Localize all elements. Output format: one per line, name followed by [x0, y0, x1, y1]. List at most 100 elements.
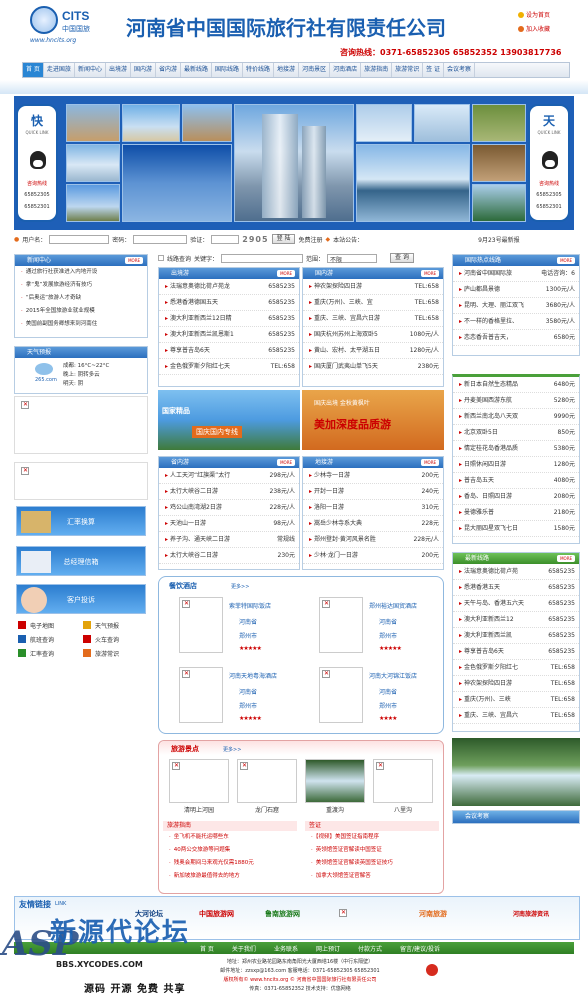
row-title[interactable]: 重庆、三峡、宜昌六 [459, 708, 518, 723]
row-title[interactable]: 法瑞意奥德比荷卢苑 [459, 564, 518, 579]
row-title[interactable]: 香岛、日照四日游 [459, 489, 512, 504]
qq-icon[interactable] [542, 151, 558, 169]
list-row[interactable]: 金色俄罗斯夕阳红七天 TEL:658 [159, 359, 299, 375]
row-title[interactable]: 太行大峡谷二日游 [165, 484, 218, 499]
row-title[interactable]: 少林寺一日游 [309, 468, 350, 483]
list-row[interactable]: 国庆厦门武夷山单飞5天 2380元 [303, 359, 443, 375]
scenic-photo[interactable] [305, 759, 365, 803]
route-checkbox[interactable] [158, 255, 164, 261]
list-row[interactable]: 不一样的香格里拉、 3580元/人 [453, 314, 579, 330]
list-row[interactable]: 尊享普吉岛6天 6585235 [453, 644, 579, 660]
footer-link[interactable]: 留言/建议/投诉 [400, 944, 440, 953]
row-title[interactable]: 国庆厦门武夷山单飞5天 [309, 359, 378, 374]
row-title[interactable]: 洛阳一日游 [309, 500, 344, 515]
scenic-photo[interactable] [237, 759, 297, 803]
link-henan-info[interactable]: 河南旅游资讯 [513, 909, 549, 918]
list-row[interactable]: 昆明、大理、丽江双飞 3680元/人 [453, 298, 579, 314]
nav-item[interactable]: 旅游指南 [361, 63, 393, 77]
nav-item[interactable]: 签 证 [423, 63, 445, 77]
list-row[interactable]: 太行大峡谷二日游 230元 [159, 548, 299, 564]
complaint-button[interactable]: 客户投诉 [16, 584, 146, 614]
more-button[interactable]: MORE [557, 555, 575, 562]
password-input[interactable] [133, 234, 188, 244]
list-row[interactable]: 恋恋香吾普吉天， 6580元 [453, 330, 579, 346]
row-title[interactable]: 普吉岛五天 [459, 473, 494, 488]
news-item[interactable]: 通过旅行社获准进入内地开设 [15, 266, 147, 279]
row-title[interactable]: 新日本自然生态精品 [459, 377, 518, 392]
search-button[interactable]: 查 询 [390, 253, 414, 263]
row-title[interactable]: 澳大利亚新西兰12 [459, 612, 514, 627]
news-item[interactable]: 美国前副国务卿想来到河南住 [15, 318, 147, 331]
footer-link[interactable]: 首 页 [200, 944, 214, 953]
list-row[interactable]: 人工天河“红旗渠”太行 298元/人 [159, 468, 299, 484]
footer-link[interactable]: 业务联系 [274, 944, 298, 953]
list-row[interactable]: 神农架探险四日游 TEL:658 [303, 279, 443, 295]
list-row[interactable]: 昆大丽四星双飞七日 1580元 [453, 521, 579, 537]
scenic-photo[interactable] [169, 759, 229, 803]
footer-link[interactable]: 网上预订 [316, 944, 340, 953]
range-select[interactable]: 不限 [327, 253, 378, 264]
exchange-rate-button[interactable]: 汇率换算 [16, 506, 146, 536]
row-title[interactable]: 重庆(万州)、三峡、宜 [309, 295, 373, 310]
nav-item[interactable]: 河南酒店 [330, 63, 362, 77]
row-title[interactable]: 金色俄罗斯夕阳红七天 [165, 359, 230, 374]
row-title[interactable]: 郑州登封·黄河风景名胜 [309, 532, 376, 547]
list-row[interactable]: 普吉岛五天 4080元 [453, 473, 579, 489]
list-row[interactable]: 天午与岛、香港五六天 6585235 [453, 596, 579, 612]
list-row[interactable]: 日照休闲四日游 1280元 [453, 457, 579, 473]
scenic-name[interactable]: 重渡沟 [305, 805, 365, 814]
list-row[interactable]: 少林寺一日游 200元 [303, 468, 443, 484]
row-title[interactable]: 法瑞意奥德比荷卢苑龙 [165, 279, 230, 294]
quick-link-right[interactable]: 天 QUICK LINK 咨询热线 65852305 65852301 [528, 104, 570, 222]
hotel-name[interactable]: 郑州裕达国贸酒店 [369, 601, 417, 610]
list-row[interactable]: 金色俄罗斯夕阳红七 TEL:658 [453, 660, 579, 676]
nav-item[interactable]: 会议考察 [444, 63, 476, 77]
add-favorite-link[interactable]: 加入收藏 [518, 24, 584, 33]
nav-item[interactable]: 出境游 [106, 63, 131, 77]
list-row[interactable]: 新西兰南北岛八天双 9990元 [453, 409, 579, 425]
notice-text[interactable]: 9月23号最新报 [478, 235, 519, 244]
link-cntour[interactable]: 中国旅游网 [199, 909, 234, 919]
nav-item[interactable]: 地接游 [274, 63, 300, 77]
more-button[interactable]: MORE [421, 459, 439, 466]
list-row[interactable]: 少林·龙门一日游 200元 [303, 548, 443, 564]
footer-link[interactable]: 关于我们 [232, 944, 256, 953]
row-title[interactable]: 河南省中国国际旅 [459, 266, 512, 281]
qq-icon[interactable] [30, 151, 46, 169]
row-title[interactable]: 养子沟、通天峡二日游 [165, 532, 230, 547]
row-title[interactable]: 北京双卧5日 [459, 425, 498, 440]
article-link[interactable]: 英领馆签证官解读中国签证 [305, 844, 439, 857]
more-button[interactable]: MORE [125, 257, 143, 264]
username-input[interactable] [49, 234, 110, 244]
row-title[interactable]: 澳大利亚新西兰12日精 [165, 311, 232, 326]
row-title[interactable]: 悉港香港五天 [459, 580, 500, 595]
hotel-card[interactable]: 河南大河锦江饭店河南省郑州市 ★★★★ [309, 667, 447, 727]
nav-item[interactable]: 旅游常识 [392, 63, 424, 77]
nav-item[interactable]: 特价线路 [243, 63, 275, 77]
more-button[interactable]: MORE [557, 257, 575, 264]
list-row[interactable]: 神农架探险四日游 TEL:658 [453, 676, 579, 692]
row-title[interactable]: 重庆、三峡、宜昌六日游 [309, 311, 380, 326]
hotel-name[interactable]: 河南天地粤海酒店 [229, 671, 277, 680]
nav-item[interactable]: 国内游 [131, 63, 156, 77]
more-button[interactable]: MORE [277, 270, 295, 277]
scenic-name[interactable]: 龙门石窟 [237, 805, 297, 814]
row-title[interactable]: 尊享普吉岛6天 [165, 343, 210, 358]
tool-link[interactable]: 天气预报 [83, 618, 148, 632]
row-title[interactable]: 嵩岳少林寺系大典 [309, 516, 362, 531]
row-title[interactable]: 神农架探险四日游 [459, 676, 512, 691]
row-title[interactable]: 庐山都昌景德 [459, 282, 500, 297]
hotel-card[interactable]: 索菲特国际饭店河南省郑州市 ★★★★★ [169, 597, 307, 657]
domestic-promo-banner[interactable]: 国家精品 国庆国内专线 [158, 390, 300, 450]
row-title[interactable]: 澳大利亚新西兰凯 [459, 628, 512, 643]
row-title[interactable]: 昆明、大理、丽江双飞 [459, 298, 524, 313]
article-link[interactable]: 残奥会期间马来观光仅需1880元 [163, 857, 297, 870]
link-lunan[interactable]: 鲁南旅游网 [265, 909, 300, 919]
row-title[interactable]: 开封一日游 [309, 484, 344, 499]
article-link[interactable]: 坐飞机不能托运哪些东 [163, 831, 297, 844]
row-title[interactable]: 金色俄罗斯夕阳红七 [459, 660, 518, 675]
article-link[interactable]: 加拿大领馆签证官解答 [305, 870, 439, 883]
list-row[interactable]: 河南省中国国际旅 电话咨询：6 [453, 266, 579, 282]
scenic-more-link[interactable]: 更多>> [223, 746, 241, 753]
register-link[interactable]: 免费注册 [298, 235, 322, 244]
